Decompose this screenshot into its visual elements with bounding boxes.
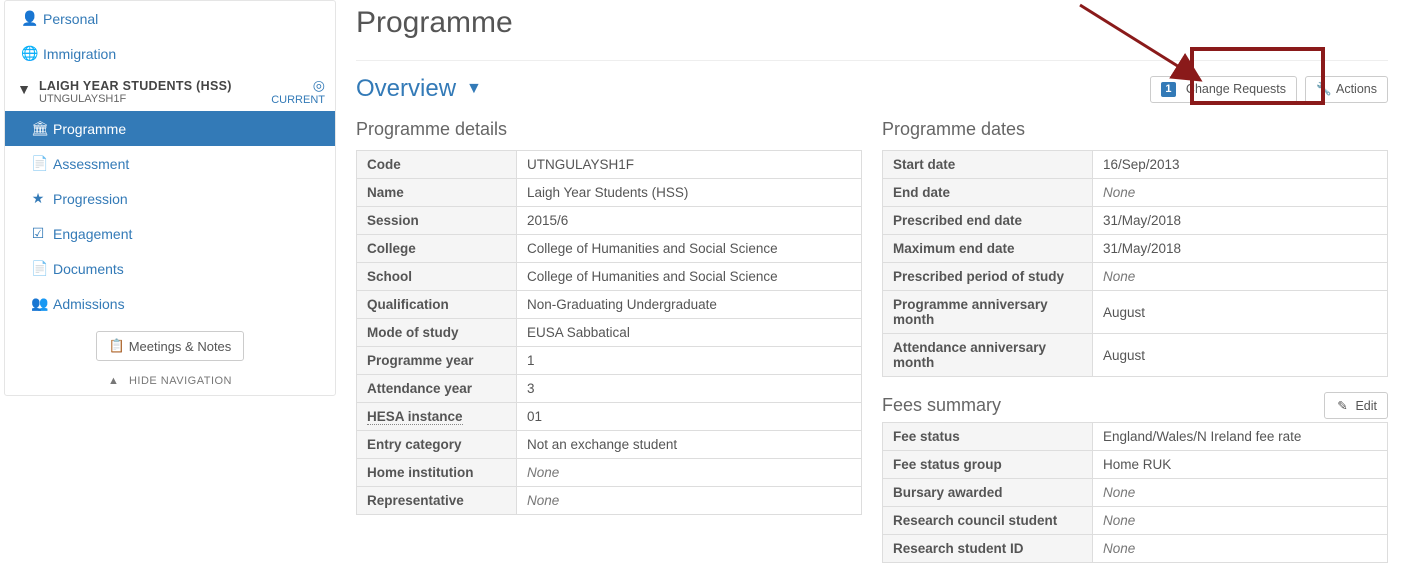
- sidebar-item-assessment[interactable]: 📄 Assessment: [5, 146, 335, 181]
- pencil-icon: ✎: [1335, 398, 1349, 413]
- table-row: Prescribed period of studyNone: [883, 263, 1388, 291]
- chevron-down-icon: ▼: [17, 79, 31, 105]
- table-row: Home institutionNone: [357, 459, 862, 487]
- building-icon: 🏛: [31, 120, 45, 137]
- sidebar-item-personal[interactable]: 👤 Personal: [5, 1, 335, 36]
- page-title: Programme: [356, 6, 1388, 40]
- table-row: CodeUTNGULAYSH1F: [357, 151, 862, 179]
- change-requests-count: 1: [1161, 82, 1176, 97]
- sidebar-item-engagement[interactable]: ☑ Engagement: [5, 216, 335, 251]
- programme-details-table: CodeUTNGULAYSH1F NameLaigh Year Students…: [356, 150, 862, 515]
- meetings-notes-button[interactable]: 📋 Meetings & Notes: [96, 331, 245, 361]
- edit-fees-button[interactable]: ✎ Edit: [1324, 392, 1388, 419]
- programme-dates-heading: Programme dates: [882, 119, 1388, 140]
- sidebar-item-label: Assessment: [53, 156, 129, 172]
- programme-details-panel: Programme details CodeUTNGULAYSH1F NameL…: [356, 113, 862, 563]
- table-row: Fee status groupHome RUK: [883, 451, 1388, 479]
- fees-summary-panel: Fees summary ✎ Edit Fee statusEngland/Wa…: [882, 389, 1388, 563]
- users-icon: 👥: [31, 295, 45, 312]
- meetings-row: 📋 Meetings & Notes: [5, 321, 335, 367]
- status-icon: ◎: [271, 77, 325, 94]
- table-row: Fee statusEngland/Wales/N Ireland fee ra…: [883, 423, 1388, 451]
- nav-container: 👤 Personal 🌐 Immigration ▼ LAIGH YEAR ST…: [4, 0, 336, 396]
- programme-dates-table: Start date16/Sep/2013 End dateNone Presc…: [882, 150, 1388, 377]
- document-icon: 📄: [31, 260, 45, 277]
- table-row: Programme anniversary monthAugust: [883, 291, 1388, 334]
- table-row: Mode of studyEUSA Sabbatical: [357, 319, 862, 347]
- sidebar-group-status: ◎ CURRENT: [271, 77, 325, 107]
- change-requests-button[interactable]: 1 Change Requests: [1150, 76, 1297, 103]
- overview-toggle[interactable]: Overview ▼: [356, 75, 482, 103]
- table-row: Attendance year3: [357, 375, 862, 403]
- table-row: Research council studentNone: [883, 507, 1388, 535]
- fees-summary-heading: Fees summary: [882, 395, 1001, 416]
- sidebar-group-code: UTNGULAYSH1F: [39, 93, 232, 105]
- sidebar-item-label: Immigration: [43, 46, 116, 62]
- sidebar-item-label: Personal: [43, 11, 98, 27]
- table-row: CollegeCollege of Humanities and Social …: [357, 235, 862, 263]
- table-row: NameLaigh Year Students (HSS): [357, 179, 862, 207]
- sidebar-item-label: Admissions: [53, 296, 125, 312]
- table-row: RepresentativeNone: [357, 487, 862, 515]
- table-row: Start date16/Sep/2013: [883, 151, 1388, 179]
- hide-navigation-toggle[interactable]: ▲ HIDE NAVIGATION: [5, 367, 335, 389]
- actions-button[interactable]: 🔧 Actions: [1305, 76, 1388, 103]
- table-row: End dateNone: [883, 179, 1388, 207]
- table-row: Programme year1: [357, 347, 862, 375]
- table-row: Bursary awardedNone: [883, 479, 1388, 507]
- sidebar-item-label: Documents: [53, 261, 124, 277]
- table-row: Research student IDNone: [883, 535, 1388, 563]
- table-row: HESA instance01: [357, 403, 862, 431]
- chevron-up-icon: ▲: [108, 375, 119, 387]
- sidebar-item-label: Progression: [53, 191, 128, 207]
- sidebar-group-title: LAIGH YEAR STUDENTS (HSS): [39, 79, 232, 93]
- table-row: Maximum end date31/May/2018: [883, 235, 1388, 263]
- sidebar-item-programme[interactable]: 🏛 Programme: [5, 111, 335, 146]
- table-row: Prescribed end date31/May/2018: [883, 207, 1388, 235]
- programme-dates-panel: Programme dates Start date16/Sep/2013 En…: [882, 119, 1388, 377]
- overview-header-row: Overview ▼ 1 Change Requests 🔧 Actions: [356, 60, 1388, 103]
- sidebar-group-header[interactable]: ▼ LAIGH YEAR STUDENTS (HSS) UTNGULAYSH1F…: [5, 71, 335, 111]
- star-icon: ★: [31, 190, 45, 207]
- header-actions: 1 Change Requests 🔧 Actions: [1150, 76, 1388, 103]
- table-row: Session2015/6: [357, 207, 862, 235]
- chevron-down-icon: ▼: [466, 80, 482, 98]
- globe-icon: 🌐: [21, 45, 35, 62]
- sidebar-item-label: Engagement: [53, 226, 132, 242]
- sidebar-subnav: 🏛 Programme 📄 Assessment ★ Progression ☑…: [5, 111, 335, 321]
- sidebar: 👤 Personal 🌐 Immigration ▼ LAIGH YEAR ST…: [0, 0, 340, 563]
- copy-icon: 📋: [109, 338, 123, 354]
- checkbox-icon: ☑: [31, 225, 45, 242]
- programme-details-heading: Programme details: [356, 119, 862, 140]
- sidebar-item-admissions[interactable]: 👥 Admissions: [5, 286, 335, 321]
- file-icon: 📄: [31, 155, 45, 172]
- wrench-icon: 🔧: [1316, 82, 1330, 97]
- fees-summary-table: Fee statusEngland/Wales/N Ireland fee ra…: [882, 422, 1388, 563]
- main-content: Programme Overview ▼ 1 Change Requests 🔧…: [340, 0, 1404, 563]
- sidebar-item-progression[interactable]: ★ Progression: [5, 181, 335, 216]
- sidebar-item-documents[interactable]: 📄 Documents: [5, 251, 335, 286]
- table-row: Attendance anniversary monthAugust: [883, 334, 1388, 377]
- table-row: SchoolCollege of Humanities and Social S…: [357, 263, 862, 291]
- sidebar-item-label: Programme: [53, 121, 126, 137]
- table-row: QualificationNon-Graduating Undergraduat…: [357, 291, 862, 319]
- table-row: Entry categoryNot an exchange student: [357, 431, 862, 459]
- user-icon: 👤: [21, 10, 35, 27]
- sidebar-item-immigration[interactable]: 🌐 Immigration: [5, 36, 335, 71]
